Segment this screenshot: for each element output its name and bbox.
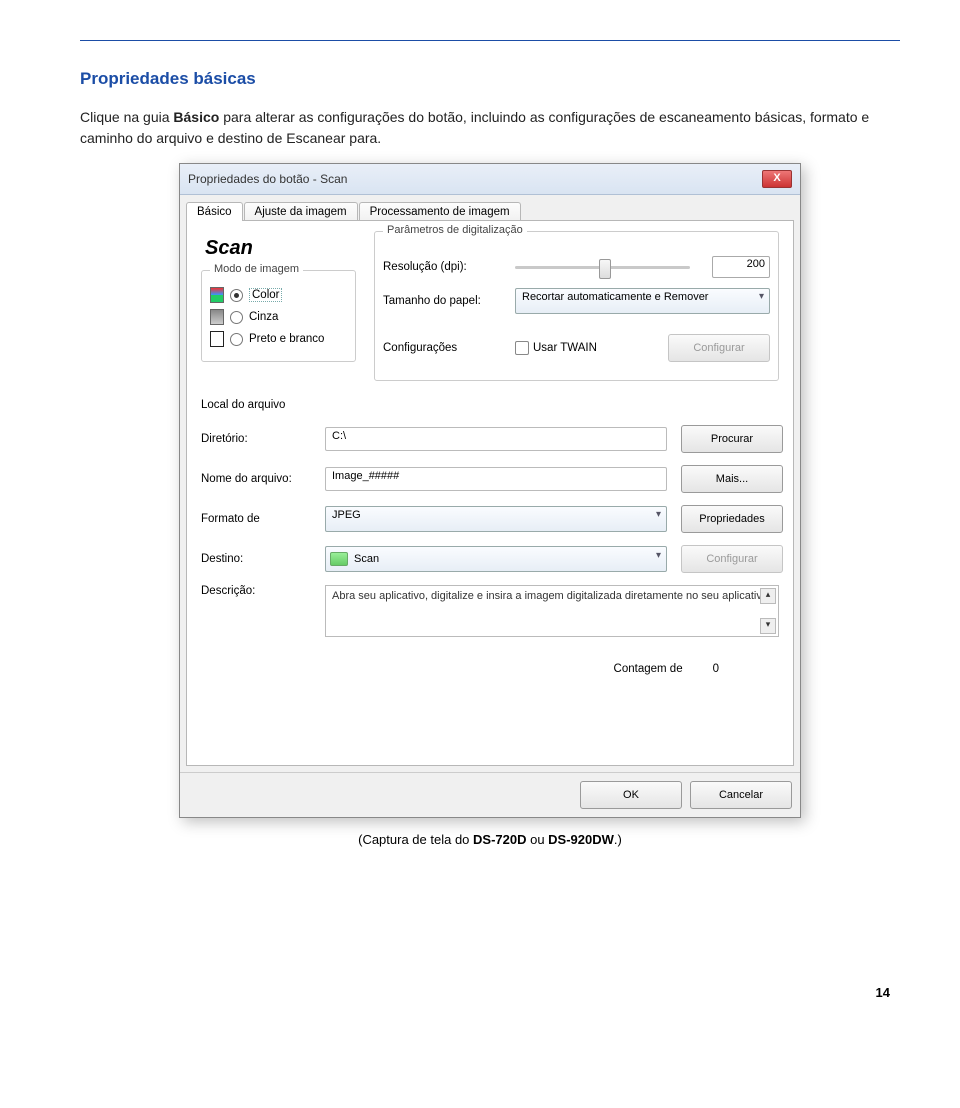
caption-model1: DS-720D (473, 832, 526, 847)
description-textarea[interactable]: Abra seu aplicativo, digitalize e insira… (325, 585, 779, 637)
radio-color-label: Color (249, 288, 282, 302)
radio-cinza[interactable] (230, 311, 243, 324)
description-label: Descrição: (201, 585, 311, 597)
file-location-heading: Local do arquivo (201, 399, 779, 411)
directory-label: Diretório: (201, 433, 311, 445)
scroll-up-button[interactable]: ▴ (760, 588, 776, 604)
dialog-window: Propriedades do botão - Scan X Básico Aj… (179, 163, 801, 818)
caption-end: .) (614, 832, 622, 847)
tab-processamento-imagem[interactable]: Processamento de imagem (359, 202, 521, 221)
resolution-slider[interactable] (515, 266, 690, 269)
destination-select[interactable]: Scan (325, 546, 667, 572)
dialog-footer: OK Cancelar (180, 772, 800, 817)
filename-input[interactable]: Image_##### (325, 467, 667, 491)
gray-mode-icon (210, 309, 224, 325)
cancel-button[interactable]: Cancelar (690, 781, 792, 809)
caption-prefix: (Captura de tela do (358, 832, 473, 847)
radio-color-row[interactable]: Color (210, 287, 347, 303)
scroll-down-button[interactable]: ▾ (760, 618, 776, 634)
twain-config-button[interactable]: Configurar (668, 334, 770, 362)
params-group: Parâmetros de digitalização Resolução (d… (374, 231, 779, 381)
tab-basico[interactable]: Básico (186, 202, 243, 221)
twain-checkbox-wrap[interactable]: Usar TWAIN (515, 341, 656, 355)
tabstrip: Básico Ajuste da imagem Processamento de… (180, 195, 800, 220)
config-label: Configurações (383, 342, 503, 354)
image-mode-group: Modo de imagem Color Cinza (201, 270, 356, 362)
destination-label: Destino: (201, 553, 311, 565)
ok-button[interactable]: OK (580, 781, 682, 809)
paper-size-label: Tamanho do papel: (383, 295, 503, 307)
format-label: Formato de (201, 513, 311, 525)
tab-panel-basico: Scan Modo de imagem Color Cinza (186, 220, 794, 766)
twain-label: Usar TWAIN (533, 342, 597, 354)
body-prefix: Clique na guia (80, 109, 173, 125)
browse-button[interactable]: Procurar (681, 425, 783, 453)
section-heading: Propriedades básicas (80, 69, 900, 89)
radio-bw[interactable] (230, 333, 243, 346)
format-select[interactable]: JPEG (325, 506, 667, 532)
caption-mid: ou (526, 832, 548, 847)
scan-title: Scan (205, 237, 356, 260)
scan-app-icon (330, 552, 348, 566)
params-legend: Parâmetros de digitalização (383, 224, 527, 236)
titlebar: Propriedades do botão - Scan X (180, 164, 800, 195)
resolution-value[interactable]: 200 (712, 256, 770, 278)
format-properties-button[interactable]: Propriedades (681, 505, 783, 533)
description-text: Abra seu aplicativo, digitalize e insira… (332, 590, 771, 602)
page-number: 14 (876, 985, 890, 1000)
tab-ajuste-imagem[interactable]: Ajuste da imagem (244, 202, 358, 221)
color-mode-icon (210, 287, 224, 303)
radio-cinza-label: Cinza (249, 311, 278, 323)
page-rule (80, 40, 900, 41)
count-label: Contagem de (614, 663, 683, 675)
image-mode-legend: Modo de imagem (210, 263, 303, 275)
radio-cinza-row[interactable]: Cinza (210, 309, 347, 325)
paper-size-select[interactable]: Recortar automaticamente e Remover (515, 288, 770, 314)
caption-model2: DS-920DW (548, 832, 614, 847)
slider-thumb-icon[interactable] (599, 259, 611, 279)
bw-mode-icon (210, 331, 224, 347)
close-button[interactable]: X (762, 170, 792, 188)
directory-input[interactable]: C:\ (325, 427, 667, 451)
destination-value: Scan (354, 553, 379, 565)
destination-config-button[interactable]: Configurar (681, 545, 783, 573)
radio-bw-row[interactable]: Preto e branco (210, 331, 347, 347)
radio-bw-label: Preto e branco (249, 333, 324, 345)
section-body: Clique na guia Básico para alterar as co… (80, 107, 900, 149)
screenshot-caption: (Captura de tela do DS-720D ou DS-920DW.… (80, 832, 900, 847)
more-button[interactable]: Mais... (681, 465, 783, 493)
resolution-label: Resolução (dpi): (383, 261, 503, 273)
count-value: 0 (713, 663, 719, 675)
twain-checkbox[interactable] (515, 341, 529, 355)
radio-color[interactable] (230, 289, 243, 302)
dialog-title: Propriedades do botão - Scan (188, 172, 347, 186)
filename-label: Nome do arquivo: (201, 473, 311, 485)
body-bold: Básico (173, 109, 219, 125)
